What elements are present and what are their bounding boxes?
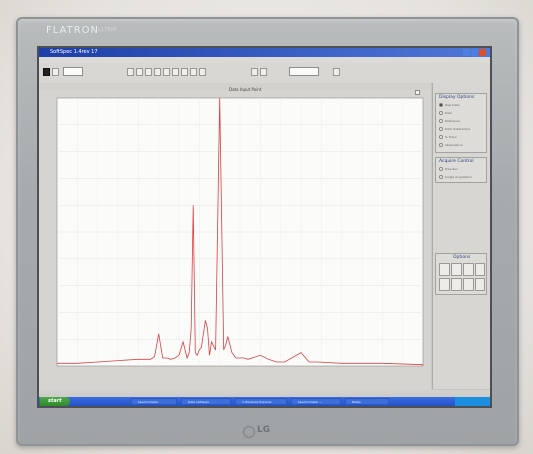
radio-raw-data[interactable] [439, 103, 443, 107]
maximize-button[interactable] [471, 49, 478, 56]
spectrum-chart [56, 97, 424, 367]
taskbar-item-label: Spectrometer ... [298, 400, 323, 404]
display-options-group: Display Options Raw Data Dark Reference … [435, 93, 487, 153]
start-label: start [48, 398, 62, 404]
taskbar-item-1[interactable]: Spectrometer [131, 398, 177, 405]
toolbar-play-button[interactable] [52, 68, 59, 76]
taskbar-item-3[interactable]: 3 Windows Explorer [235, 398, 287, 405]
toolbar-button-12[interactable] [333, 68, 340, 76]
toolbar-button-1[interactable] [127, 68, 134, 76]
options-button-6[interactable] [451, 278, 462, 291]
radio-free-run[interactable] [439, 167, 443, 171]
lg-logo-text: LG [257, 425, 271, 435]
close-button[interactable] [479, 49, 486, 56]
graph-corner-button[interactable] [415, 90, 420, 95]
taskbar-item-label: 3 Windows Explorer [242, 400, 272, 404]
toolbar-button-10[interactable] [251, 68, 258, 76]
monitor-screen: SoftSpec 1.4rev 17 Data Input Point Disp… [37, 46, 492, 408]
monitor-model: L1750P [98, 27, 117, 33]
toolbar-button-7[interactable] [181, 68, 188, 76]
options-button-1[interactable] [439, 263, 450, 276]
acquire-control-title: Acquire Control [439, 159, 474, 164]
lg-logo-mark [243, 426, 255, 438]
toolbar-button-11[interactable] [260, 68, 267, 76]
toolbar-record-button[interactable] [43, 68, 50, 76]
radio-label-raw-data: Raw Data [445, 103, 460, 107]
toolbar-button-2[interactable] [136, 68, 143, 76]
graph-area: Data Input Point [39, 87, 431, 390]
toolbar-button-9[interactable] [199, 68, 206, 76]
toolbar-button-3[interactable] [145, 68, 152, 76]
toolbar-button-8[interactable] [190, 68, 197, 76]
options-title: Options [453, 255, 471, 260]
toolbar-button-4[interactable] [154, 68, 161, 76]
taskbar-item-label: Notes [352, 400, 361, 404]
toolbar-value-field[interactable] [63, 67, 83, 76]
radio-label-single-acquisition: Single Acquisition [445, 175, 472, 179]
radio-label-trans: % Trans [445, 135, 457, 139]
radio-reference[interactable] [439, 119, 443, 123]
taskbar: start Spectrometer Data software 3 Windo… [39, 397, 490, 406]
display-options-title: Display Options [439, 95, 475, 100]
right-panel: Display Options Raw Data Dark Reference … [432, 83, 490, 389]
radio-dark[interactable] [439, 111, 443, 115]
radio-label-absorbance: Absorbance [445, 143, 463, 147]
start-button[interactable]: start [40, 397, 70, 406]
taskbar-item-label: Spectrometer [138, 400, 159, 404]
toolbar-button-6[interactable] [172, 68, 179, 76]
window-title: SoftSpec 1.4rev 17 [50, 49, 98, 55]
radio-trans[interactable] [439, 135, 443, 139]
radio-single-acquisition[interactable] [439, 175, 443, 179]
radio-dark-subtracted[interactable] [439, 127, 443, 131]
options-button-3[interactable] [463, 263, 474, 276]
graph-title: Data Input Point [229, 87, 262, 92]
toolbar-button-5[interactable] [163, 68, 170, 76]
radio-label-dark: Dark [445, 111, 453, 115]
toolbar-settings-field[interactable] [289, 67, 319, 76]
system-tray [455, 397, 490, 406]
monitor-brand: FLATRON [46, 25, 100, 36]
taskbar-item-2[interactable]: Data software [181, 398, 231, 405]
photo-scene: FLATRON L1750P LG SoftSpec 1.4rev 17 Dat… [0, 0, 533, 454]
options-button-2[interactable] [451, 263, 462, 276]
options-button-7[interactable] [463, 278, 474, 291]
options-button-5[interactable] [439, 278, 450, 291]
radio-label-free-run: Free Run [445, 167, 459, 171]
radio-absorbance[interactable] [439, 143, 443, 147]
taskbar-item-5[interactable]: Notes [345, 398, 389, 405]
acquire-control-group: Acquire Control Free Run Single Acquisit… [435, 157, 487, 183]
radio-label-dark-subtracted: Dark Subtracted [445, 127, 470, 131]
options-button-8[interactable] [475, 278, 485, 291]
toolbar [39, 63, 490, 84]
options-group: Options [435, 253, 487, 295]
taskbar-item-label: Data software [188, 400, 209, 404]
lg-logo: LG [243, 425, 277, 438]
options-button-4[interactable] [475, 263, 485, 276]
window-titlebar: SoftSpec 1.4rev 17 [39, 48, 490, 57]
minimize-button[interactable] [463, 49, 470, 56]
radio-label-reference: Reference [445, 119, 461, 123]
taskbar-item-4[interactable]: Spectrometer ... [291, 398, 341, 405]
